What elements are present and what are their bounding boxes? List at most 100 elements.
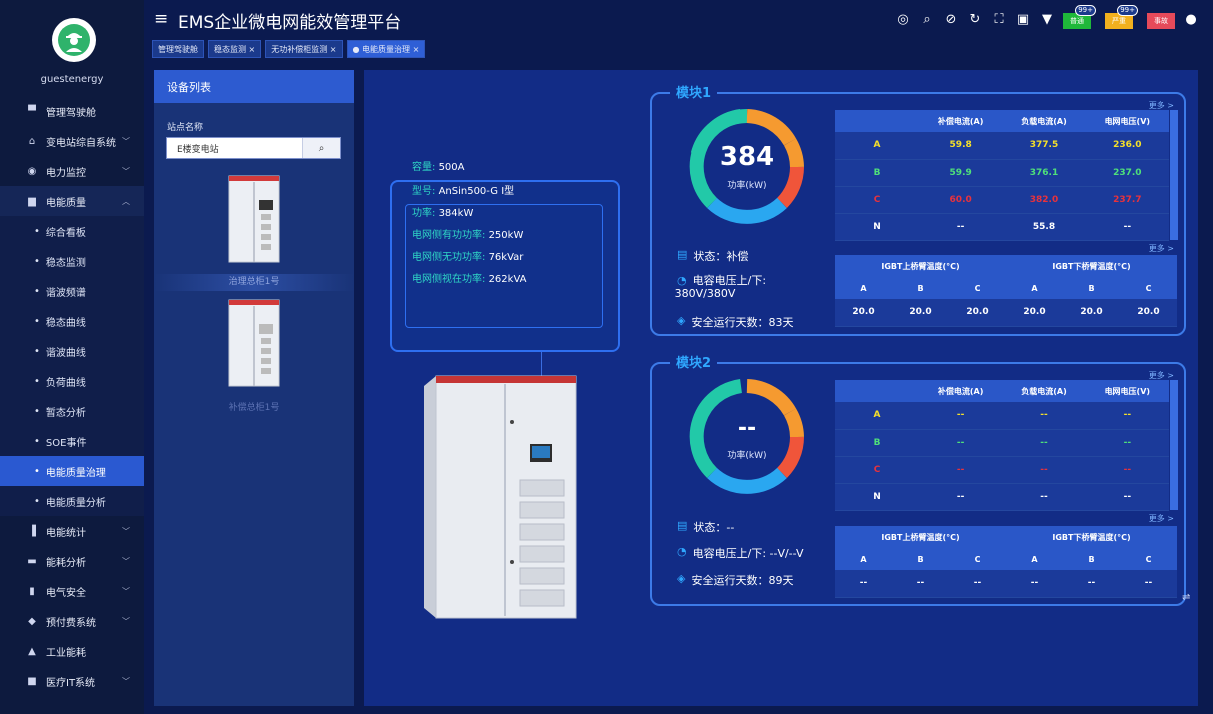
table-cell: --: [919, 402, 1003, 430]
chevron-up-icon: ︿: [122, 196, 130, 206]
chevron-down-icon: ﹀: [122, 586, 130, 596]
table-header-row: A B C A B C: [835, 277, 1177, 299]
module-2-igbt-more-link[interactable]: 更多 >: [1149, 513, 1174, 524]
sidebar-sub-item[interactable]: • 综合看板: [0, 216, 144, 246]
user-icon[interactable]: ●: [1183, 12, 1199, 27]
shirt-icon[interactable]: ▼: [1039, 12, 1055, 27]
sidebar-item-energy-analysis[interactable]: ▬ 能耗分析 ﹀: [0, 546, 144, 576]
sidebar-item-label: 预付费系统: [46, 617, 96, 629]
sidebar-item-label: 电能质量: [46, 197, 86, 209]
table-cell: --: [1002, 456, 1086, 484]
table-header: B: [1063, 277, 1120, 299]
table-cell: 20.0: [1063, 299, 1120, 327]
sidebar-item-power-quality[interactable]: ▆ 电能质量 ︿: [0, 186, 144, 216]
table-cell: 376.1: [1002, 159, 1086, 187]
sidebar-sub-item[interactable]: • 稳态监测: [0, 246, 144, 276]
table-header: B: [1063, 548, 1120, 570]
sidebar-sub-item[interactable]: • 谐波频谱: [0, 276, 144, 306]
safe-days-text: 安全运行天数：83天: [691, 316, 794, 329]
tab-bar: 管理驾驶舱 稳态监测 × 无功补偿柜监测 × ● 电能质量治理 ×: [152, 40, 426, 58]
status-icon: ▤: [677, 248, 688, 261]
analysis-icon: ▬: [27, 555, 37, 567]
sidebar-sub-item[interactable]: • 负荷曲线: [0, 366, 144, 396]
table-cell: --: [919, 456, 1003, 484]
tab-cockpit[interactable]: 管理驾驶舱: [152, 40, 204, 58]
sidebar-sub-label: 暂态分析: [45, 407, 86, 419]
tab-steady-state[interactable]: 稳态监测 ×: [208, 40, 262, 58]
table-cell: --: [1063, 570, 1120, 598]
sidebar-sub-item[interactable]: • 谐波曲线: [0, 336, 144, 366]
sidebar-sub-item-active[interactable]: • 电能质量治理: [0, 456, 144, 486]
sidebar-sub-item[interactable]: • 电能质量分析: [0, 486, 144, 516]
sidebar-sub-item[interactable]: • SOE事件: [0, 426, 144, 456]
table-cell: --: [1002, 402, 1086, 430]
module-1-igbt-more-link[interactable]: 更多 >: [1149, 243, 1174, 254]
sidebar-item-substation[interactable]: ⌂ 变电站综自系统 ﹀: [0, 126, 144, 156]
device-label-governance[interactable]: 治理总柜1号: [154, 274, 354, 291]
site-name-input[interactable]: [167, 138, 302, 158]
monitor-icon: ▀: [28, 105, 36, 117]
avatar[interactable]: [52, 18, 96, 62]
table-header-row: 补偿电流(A) 负载电流(A) 电网电压(V): [835, 380, 1169, 402]
sidebar-item-power-monitor[interactable]: ◉ 电力监控 ﹀: [0, 156, 144, 186]
phase-cell: N: [835, 483, 919, 511]
module-2-power-gauge: -- 功率(kW): [686, 376, 808, 498]
device-card-compensation[interactable]: [211, 298, 297, 391]
sidebar-item-medical-it[interactable]: ■ 医疗IT系统 ﹀: [0, 666, 144, 696]
table-header-row: IGBT上桥臂温度(°C) IGBT下桥臂温度(°C): [835, 526, 1177, 548]
table-cell: 237.0: [1085, 159, 1169, 187]
image-icon[interactable]: ▣: [1015, 12, 1031, 27]
alarm-fault-button[interactable]: 事故: [1147, 13, 1175, 29]
table-header: B: [892, 277, 949, 299]
sidebar-item-prepay[interactable]: ◆ 预付费系统 ﹀: [0, 606, 144, 636]
mute-icon[interactable]: ⊘: [943, 12, 959, 27]
sidebar-sub-item[interactable]: • 暂态分析: [0, 396, 144, 426]
table-cell: --: [1085, 483, 1169, 511]
sidebar-sub-item[interactable]: • 稳态曲线: [0, 306, 144, 336]
table-header: A: [835, 277, 892, 299]
sidebar-item-electrical-safety[interactable]: ▮ 电气安全 ﹀: [0, 576, 144, 606]
sidebar-item-label: 工业能耗: [46, 647, 86, 659]
status-icon: ▤: [677, 519, 688, 532]
table-row: 20.0 20.0 20.0 20.0 20.0 20.0: [835, 299, 1177, 327]
alarm-normal-label: 普通: [1070, 17, 1084, 25]
table-header-row: 补偿电流(A) 负载电流(A) 电网电压(V): [835, 110, 1169, 132]
table-header: C: [1120, 548, 1177, 570]
alarm-normal-count: 99+: [1075, 5, 1096, 16]
expand-icon[interactable]: ⇌: [1182, 592, 1190, 603]
refresh-icon[interactable]: ↻: [967, 12, 983, 27]
search-icon[interactable]: ⌕: [919, 12, 935, 27]
sidebar-item-industrial[interactable]: ▲ 工业能耗: [0, 636, 144, 666]
sidebar-item-energy-stats[interactable]: ▐ 电能统计 ﹀: [0, 516, 144, 546]
sidebar-sub-label: 综合看板: [45, 227, 86, 239]
chevron-down-icon: ﹀: [122, 166, 130, 176]
tab-power-quality-governance[interactable]: ● 电能质量治理 ×: [346, 40, 426, 58]
chevron-down-icon: ﹀: [122, 676, 130, 686]
chevron-down-icon: ﹀: [122, 616, 130, 626]
table-cell: --: [1085, 456, 1169, 484]
sidebar-item-cockpit[interactable]: ▀ 管理驾驶舱: [0, 96, 144, 126]
phase-cell: C: [835, 456, 919, 484]
device-card-governance[interactable]: [211, 174, 297, 267]
search-button[interactable]: ⌕: [302, 138, 340, 158]
tab-reactive-cabinet[interactable]: 无功补偿柜监测 ×: [265, 40, 343, 58]
sidebar-sub-label: 稳态监测: [45, 257, 86, 269]
menu-toggle-icon[interactable]: ≡: [154, 9, 168, 29]
module-1-cap-voltage: ◔ 电容电压上/下: 380V/380V: [675, 274, 766, 300]
info-value: 250kW: [488, 230, 524, 241]
fullscreen-icon[interactable]: ⛶: [991, 12, 1007, 27]
info-key: 电网侧有功功率:: [412, 230, 486, 241]
help-icon[interactable]: ◎: [895, 12, 911, 27]
device-label-compensation[interactable]: 补偿总柜1号: [154, 400, 354, 417]
alarm-severe-button[interactable]: 严重 99+: [1105, 5, 1138, 29]
module-1-table-scrollbar[interactable]: [1170, 110, 1178, 240]
alarm-normal-button[interactable]: 普通 99+: [1063, 5, 1096, 29]
info-key: 电网侧视在功率:: [412, 274, 486, 285]
table-header: 负载电流(A): [1002, 380, 1086, 402]
module-2-table-scrollbar[interactable]: [1170, 380, 1178, 510]
module-1-safe-days: ◈ 安全运行天数：83天: [677, 314, 793, 330]
module-1-current-table: 补偿电流(A) 负载电流(A) 电网电压(V) A 59.8 377.5 236…: [835, 110, 1169, 241]
module-2-igbt-table: IGBT上桥臂温度(°C) IGBT下桥臂温度(°C) A B C A B C …: [835, 526, 1177, 598]
table-header: 补偿电流(A): [919, 110, 1003, 132]
gauge-icon: ◔: [677, 545, 687, 558]
